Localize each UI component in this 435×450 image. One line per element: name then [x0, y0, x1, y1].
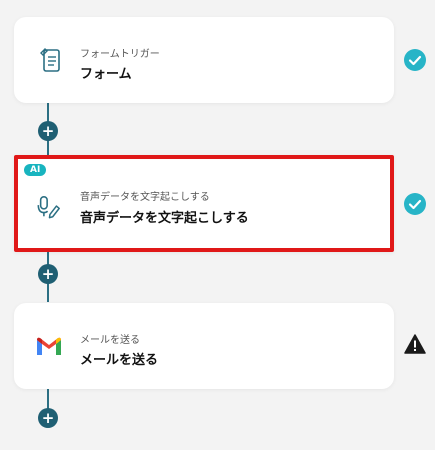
form-icon	[38, 45, 64, 75]
add-step-button[interactable]: +	[38, 121, 58, 141]
step-card-transcribe[interactable]: AI 音声データを文字起こしする 音声データを文字起こしする	[14, 155, 394, 252]
step-subtitle: 音声データを文字起こしする	[80, 192, 210, 203]
step-card-form-trigger[interactable]: フォームトリガー フォーム	[14, 17, 394, 103]
step-title: フォーム	[80, 67, 132, 82]
check-icon	[404, 49, 426, 71]
add-step-button[interactable]: +	[38, 408, 58, 428]
step-title: メールを送る	[80, 353, 159, 368]
step-subtitle: メールを送る	[80, 335, 140, 346]
microphone-pen-icon	[36, 192, 62, 222]
add-step-button[interactable]: +	[38, 264, 58, 284]
check-icon	[404, 193, 426, 215]
warning-icon	[404, 333, 426, 355]
gmail-icon	[36, 336, 62, 356]
ai-badge: AI	[24, 164, 47, 176]
step-title: 音声データを文字起こしする	[80, 211, 249, 226]
step-subtitle: フォームトリガー	[80, 49, 160, 60]
step-card-send-mail[interactable]: メールを送る メールを送る	[14, 303, 394, 389]
